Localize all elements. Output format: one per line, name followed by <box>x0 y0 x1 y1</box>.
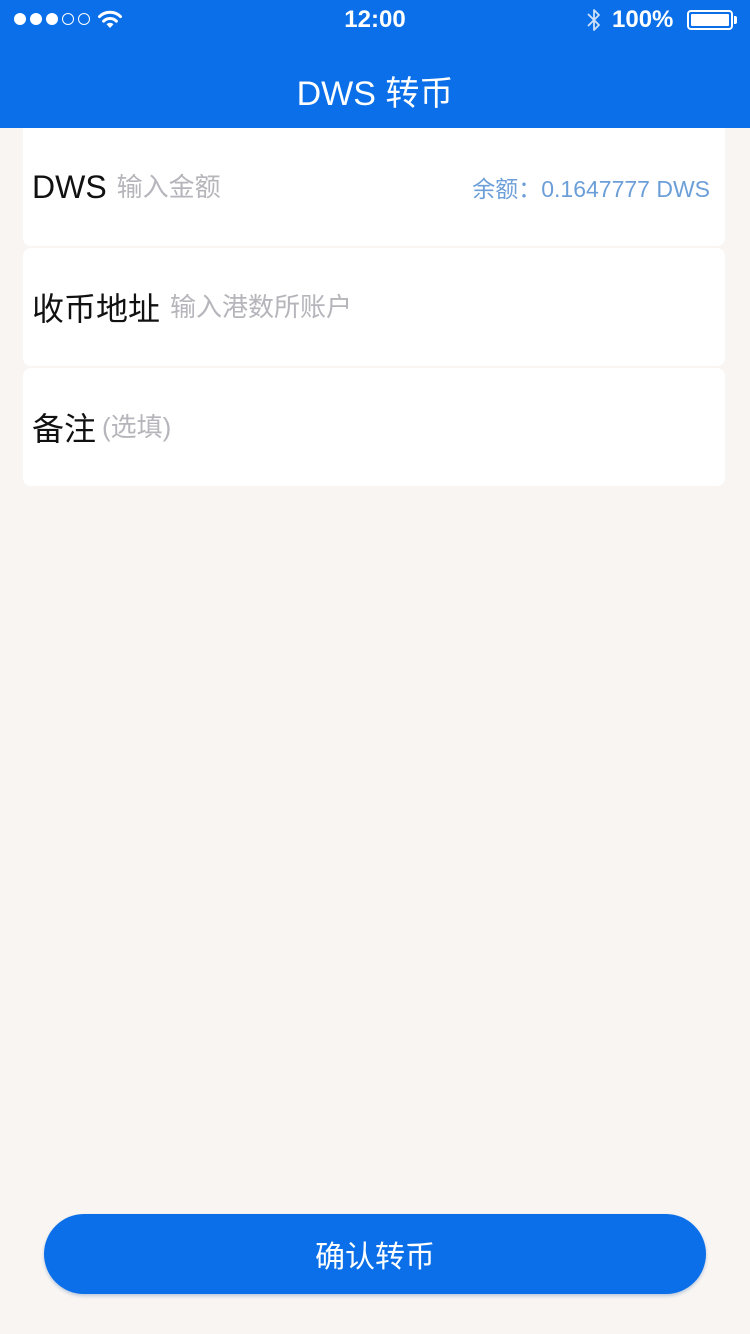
address-card: 收币地址 <box>23 248 725 366</box>
battery-icon <box>687 10 733 30</box>
page-title: DWS 转币 <box>296 75 454 113</box>
amount-label: DWS <box>32 168 107 205</box>
amount-row: DWS <box>32 128 417 246</box>
address-row: 收币地址 <box>32 248 571 366</box>
note-card: 备注 <box>23 368 725 486</box>
status-bar: 12:00 100% <box>0 0 750 40</box>
balance-text: 余额：0.1647777 DWS <box>472 176 710 202</box>
address-input[interactable] <box>170 291 571 323</box>
note-row: 备注 <box>32 368 603 486</box>
address-label: 收币地址 <box>32 291 161 327</box>
battery-fill <box>691 14 729 26</box>
battery-tip <box>734 16 737 24</box>
note-input[interactable] <box>102 411 603 443</box>
note-label: 备注 <box>32 411 97 447</box>
battery-percent: 100% <box>612 6 674 33</box>
amount-input[interactable] <box>116 171 417 203</box>
amount-card: DWS 余额：0.1647777 DWS <box>23 128 725 246</box>
app-header: 12:00 100% DWS 转币 <box>0 0 750 128</box>
confirm-transfer-button[interactable]: 确认转币 <box>44 1214 706 1294</box>
bluetooth-icon <box>587 9 600 31</box>
